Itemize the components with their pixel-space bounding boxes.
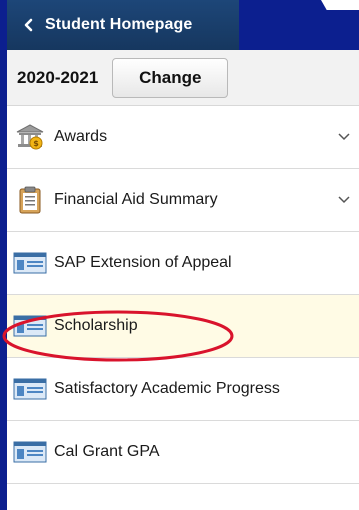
menu-item-financial-aid-summary[interactable]: Financial Aid Summary [7,169,359,232]
form-icon [13,249,47,277]
menu-item-label: Awards [54,128,108,145]
back-chevron-icon[interactable] [19,15,39,35]
back-header-label[interactable]: Student Homepage [45,16,192,34]
change-year-button[interactable]: Change [112,57,229,98]
screen-frame: Student Homepage 2020-2021 Change $ Awar [0,0,359,510]
aid-year-row: 2020-2021 Change [7,50,359,106]
clipboard-icon [13,186,47,214]
menu-item-awards[interactable]: $ Awards [7,106,359,169]
financial-aid-panel: 2020-2021 Change $ Awards Financial Aid … [7,50,359,510]
form-icon [13,312,47,340]
menu-item-label: Satisfactory Academic Progress [54,380,280,397]
form-icon [13,438,47,466]
aid-year-label: 2020-2021 [17,67,99,87]
menu-item-label: Scholarship [54,317,138,334]
menu-item-cal-grant-gpa[interactable]: Cal Grant GPA [7,421,359,484]
chevron-down-icon[interactable] [337,130,351,144]
menu-item-label: Financial Aid Summary [54,191,218,208]
svg-text:$: $ [33,139,39,148]
menu-item-label: Cal Grant GPA [54,443,160,460]
chevron-down-icon[interactable] [337,193,351,207]
menu-item-sap-extension-of-appeal[interactable]: SAP Extension of Appeal [7,232,359,295]
slide-accent [321,0,359,10]
menu-item-scholarship[interactable]: Scholarship [7,295,359,358]
menu-item-satisfactory-academic-progress[interactable]: Satisfactory Academic Progress [7,358,359,421]
form-icon [13,375,47,403]
awards-icon: $ [13,123,47,151]
menu-item-label: SAP Extension of Appeal [54,254,232,271]
back-header[interactable]: Student Homepage [7,0,239,50]
